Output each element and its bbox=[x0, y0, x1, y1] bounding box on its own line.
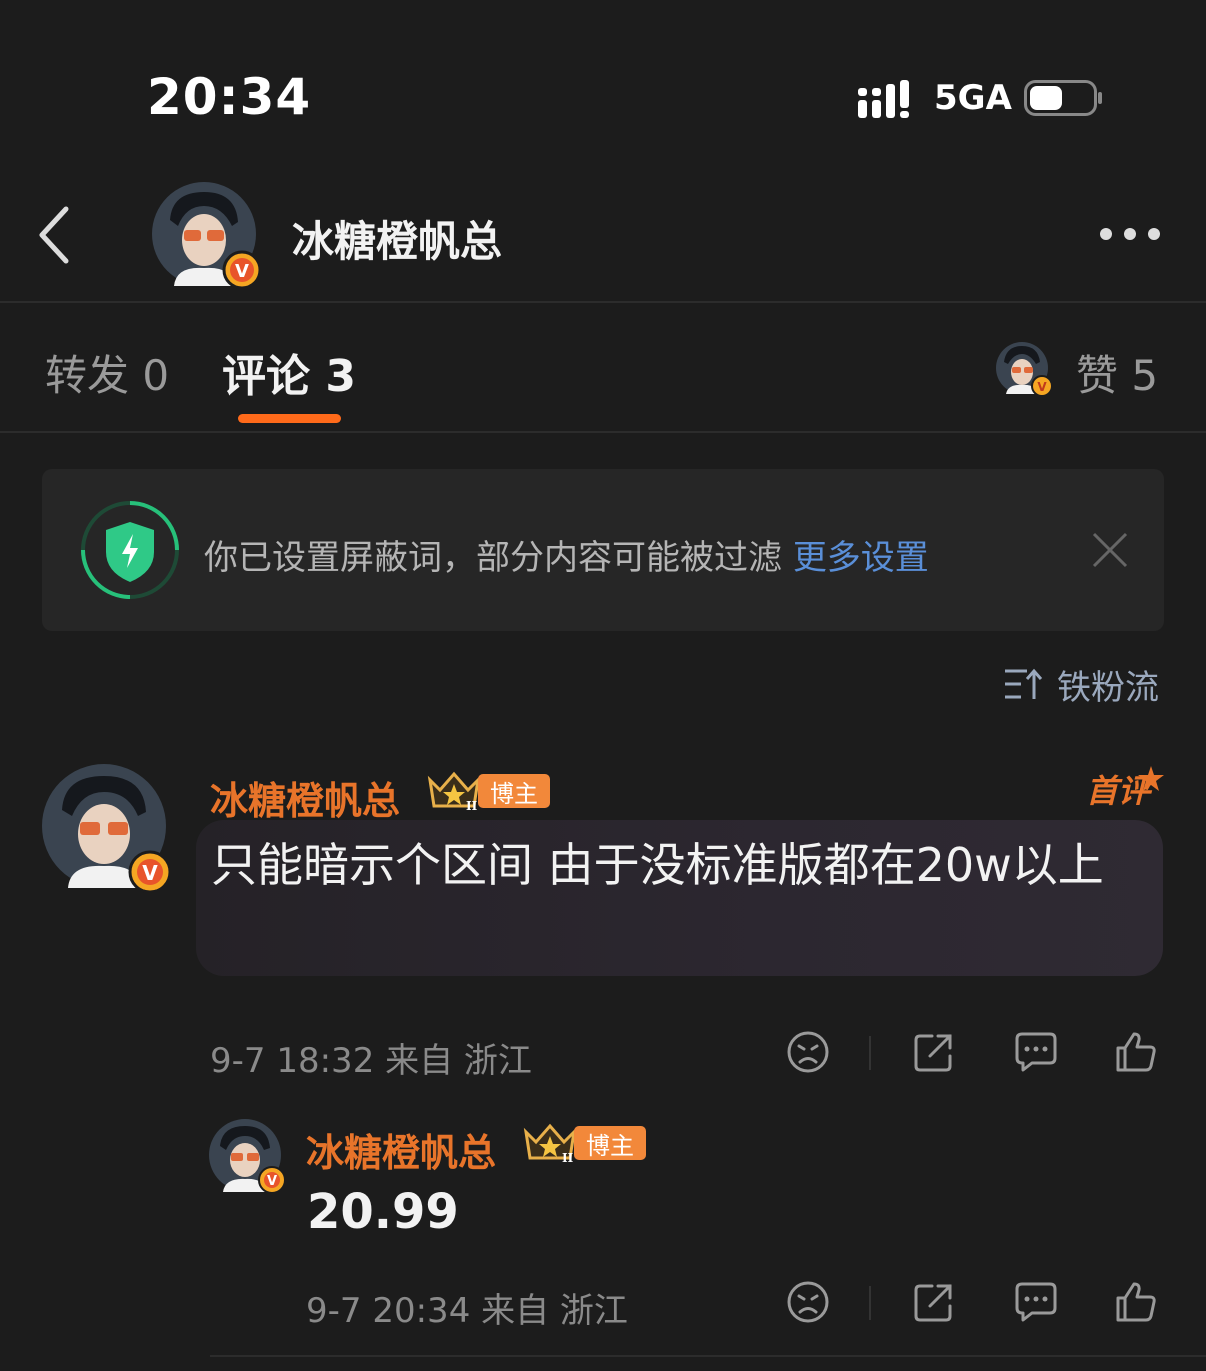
notice-message: 你已设置屏蔽词，部分内容可能被过滤 更多设置 bbox=[204, 530, 929, 579]
tab-comment[interactable]: 评论 3 bbox=[222, 340, 356, 404]
svg-text:V: V bbox=[235, 261, 249, 282]
avatar[interactable]: V bbox=[152, 182, 260, 290]
tab-comment-count: 3 bbox=[325, 351, 356, 402]
like-icon[interactable] bbox=[1114, 1280, 1158, 1324]
comment-author[interactable]: 冰糖橙帆总 bbox=[210, 770, 400, 825]
comment-meta: 9-7 18:32 来自 浙江 bbox=[210, 1041, 532, 1081]
blogger-badge: 博主 bbox=[478, 774, 550, 808]
like-icon[interactable] bbox=[1114, 1030, 1158, 1074]
sad-face-icon[interactable] bbox=[786, 1280, 830, 1324]
active-tab-indicator bbox=[238, 414, 341, 423]
tab-like[interactable]: 赞 5 bbox=[1076, 342, 1158, 403]
action-separator bbox=[869, 1036, 871, 1070]
page-title: 冰糖橙帆总 bbox=[292, 217, 503, 266]
sort-label: 铁粉流 bbox=[1057, 667, 1159, 708]
svg-text:V: V bbox=[1037, 380, 1047, 394]
reply-meta: 9-7 20:34 来自 浙江 bbox=[306, 1291, 628, 1331]
crown-icon: II bbox=[427, 771, 481, 812]
close-icon[interactable] bbox=[1090, 530, 1130, 570]
back-icon[interactable] bbox=[36, 205, 72, 265]
signal-icon bbox=[858, 80, 909, 118]
svg-text:II: II bbox=[562, 1151, 574, 1164]
reply-author[interactable]: 冰糖橙帆总 bbox=[306, 1122, 496, 1177]
sort-icon bbox=[1005, 668, 1043, 699]
comment-avatar[interactable]: V bbox=[42, 764, 172, 894]
reply-avatar[interactable]: V bbox=[208, 1118, 288, 1198]
crown-icon: II bbox=[523, 1123, 577, 1164]
reply-icon[interactable] bbox=[1014, 1280, 1058, 1324]
share-icon[interactable] bbox=[912, 1280, 956, 1324]
svg-text:II: II bbox=[466, 799, 478, 812]
blogger-badge: 博主 bbox=[574, 1126, 646, 1160]
share-icon[interactable] bbox=[912, 1030, 956, 1074]
more-settings-link[interactable]: 更多设置 bbox=[793, 538, 929, 578]
more-icon[interactable] bbox=[1096, 224, 1164, 244]
action-separator bbox=[869, 1286, 871, 1320]
star-icon bbox=[1138, 766, 1164, 791]
tab-repost[interactable]: 转发 0 bbox=[45, 342, 169, 403]
network-label: 5GA bbox=[934, 78, 1012, 118]
tab-comment-label: 评论 bbox=[222, 351, 310, 402]
status-time: 20:34 bbox=[147, 68, 312, 126]
comment-divider bbox=[210, 1355, 1206, 1357]
comment-text: 只能暗示个区间 由于没标准版都在20w以上 bbox=[211, 838, 1104, 892]
tab-like-count: 5 bbox=[1131, 351, 1159, 400]
battery-icon bbox=[1024, 80, 1102, 116]
svg-text:V: V bbox=[267, 1174, 277, 1189]
tab-repost-label: 转发 bbox=[45, 351, 130, 400]
tab-repost-count: 0 bbox=[142, 351, 170, 400]
header-divider bbox=[0, 301, 1206, 303]
reply-icon[interactable] bbox=[1014, 1030, 1058, 1074]
sad-face-icon[interactable] bbox=[786, 1030, 830, 1074]
like-avatar: V bbox=[996, 342, 1053, 397]
shield-icon bbox=[81, 501, 179, 599]
tabs-divider bbox=[0, 431, 1206, 433]
svg-text:V: V bbox=[142, 861, 158, 885]
notice-text: 你已设置屏蔽词，部分内容可能被过滤 bbox=[204, 538, 782, 578]
reply-text: 20.99 bbox=[307, 1184, 459, 1240]
sort-button[interactable]: 铁粉流 bbox=[1003, 662, 1159, 708]
tab-like-label: 赞 bbox=[1076, 351, 1119, 400]
